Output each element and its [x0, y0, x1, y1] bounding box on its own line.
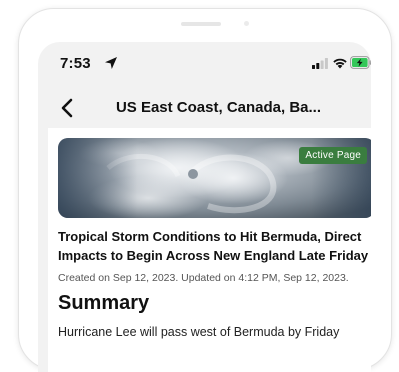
status-time: 7:53 — [60, 55, 91, 72]
summary-text: Hurricane Lee will pass west of Bermuda … — [58, 325, 340, 339]
active-page-badge: Active Page — [299, 147, 367, 164]
navigation-bar: US East Coast, Canada, Ba... — [38, 84, 371, 128]
status-bar: 7:53 — [38, 42, 371, 84]
signal-icon — [312, 58, 328, 69]
hurricane-satellite-image: Active Page — [58, 138, 371, 218]
article-timestamp: Created on Sep 12, 2023. Updated on 4:12… — [58, 272, 349, 284]
summary-heading: Summary — [58, 292, 150, 314]
article-card: Active Page Tropical Storm Conditions to… — [48, 128, 371, 372]
front-camera — [244, 21, 249, 26]
page-title: US East Coast, Canada, Ba... — [115, 99, 322, 116]
location-arrow-icon — [105, 57, 117, 69]
chevron-left-icon[interactable] — [60, 98, 74, 118]
wifi-icon — [333, 58, 347, 69]
phone-screen: 7:53 US East Coast, Canada, Ba... Active… — [38, 42, 371, 372]
battery-charging-icon — [350, 56, 371, 69]
article-headline: Tropical Storm Conditions to Hit Bermuda… — [58, 229, 369, 263]
speaker-grille — [181, 22, 221, 26]
phone-frame: 7:53 US East Coast, Canada, Ba... Active… — [18, 8, 392, 372]
